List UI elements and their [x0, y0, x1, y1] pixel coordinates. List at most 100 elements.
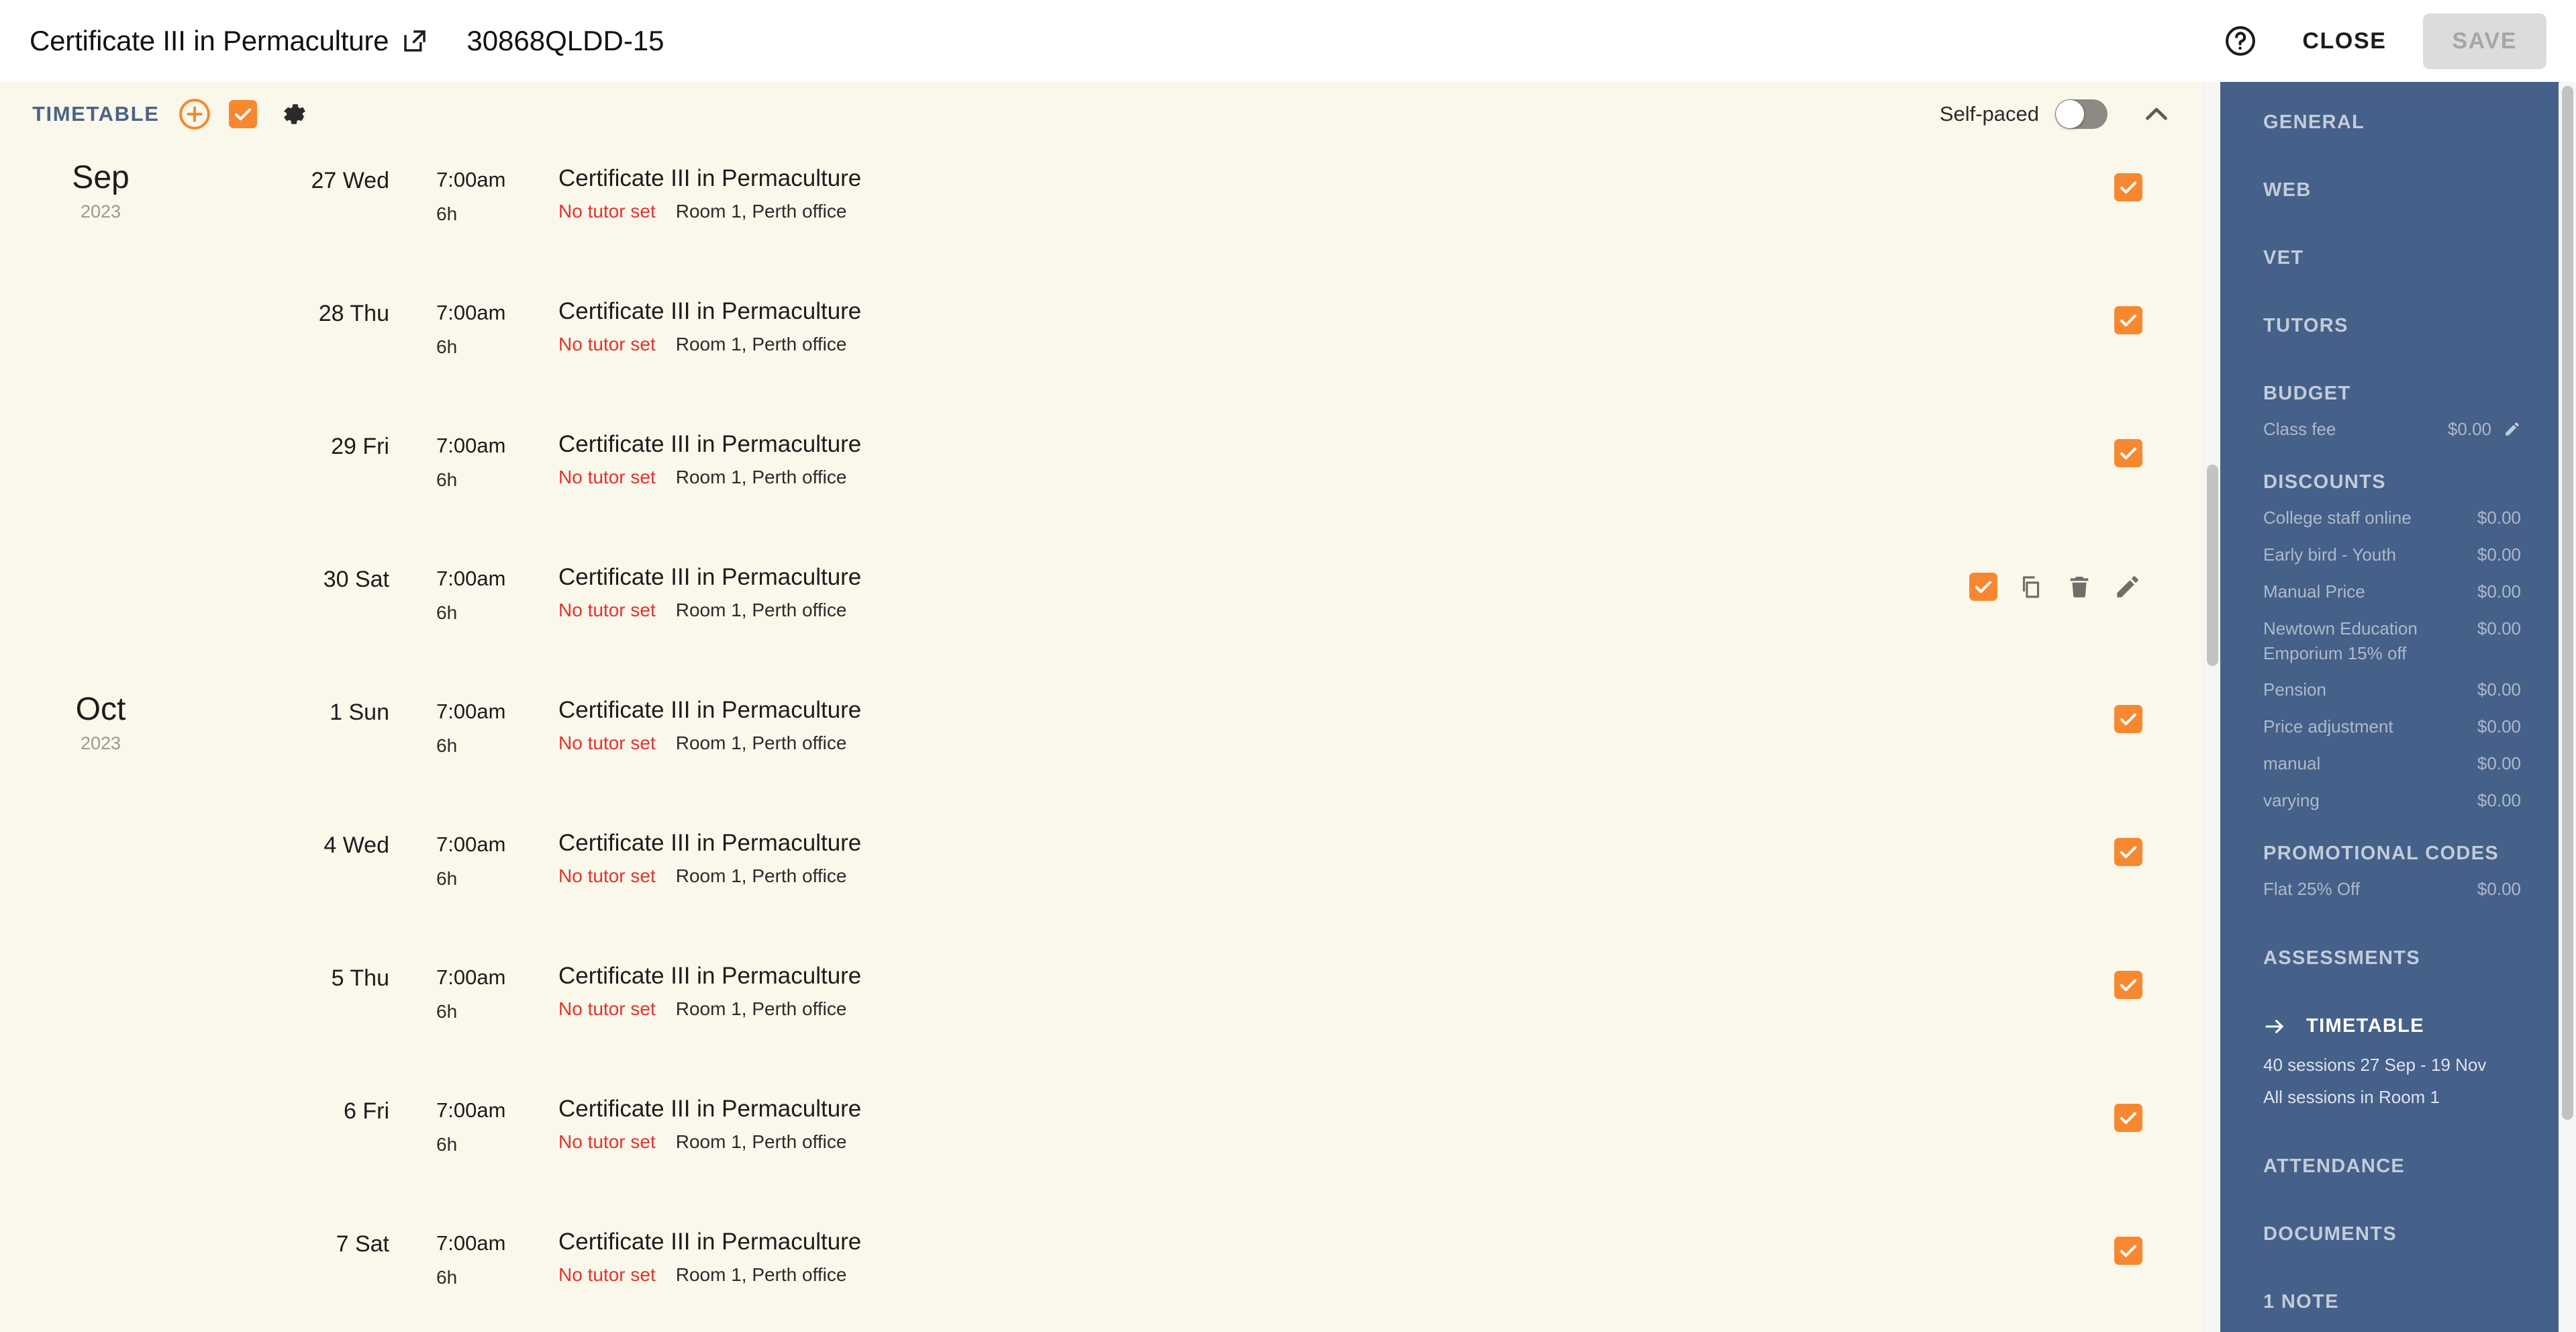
- sidebar-item-budget[interactable]: BUDGET: [2263, 383, 2521, 405]
- discount-row-value: $0.00: [2477, 507, 2521, 528]
- session-duration: 6h: [436, 1267, 458, 1288]
- discount-row-value: $0.00: [2477, 618, 2521, 638]
- discount-row-label: manual: [2263, 753, 2321, 774]
- session-start-time: 7:00am: [436, 1098, 506, 1122]
- discount-row[interactable]: Price adjustment $0.00: [2263, 714, 2521, 739]
- discount-row[interactable]: Manual Price $0.00: [2263, 579, 2521, 604]
- sidebar-item-notes[interactable]: 1 NOTE: [2263, 1291, 2521, 1313]
- session-tutor-status: No tutor set: [558, 600, 656, 621]
- session-room: Room 1, Perth office: [675, 201, 847, 222]
- discount-row[interactable]: Pension $0.00: [2263, 677, 2521, 702]
- session-checkbox[interactable]: [1969, 573, 1997, 601]
- session-duration: 6h: [436, 336, 458, 357]
- save-button[interactable]: SAVE: [2422, 13, 2546, 69]
- session-start-time: 7:00am: [436, 301, 506, 324]
- session-room: Room 1, Perth office: [675, 334, 847, 355]
- session-date: 6 Fri: [344, 1098, 389, 1124]
- session-date: 27 Wed: [311, 168, 389, 193]
- session-date: 30 Sat: [323, 567, 389, 592]
- sidebar-item-vet[interactable]: VET: [2263, 247, 2521, 269]
- timetable-scroll-area: TIMETABLE Self-paced Sep 2023 27 Wed 7:0…: [0, 82, 2203, 1332]
- discount-row-value: $0.00: [2477, 581, 2521, 602]
- session-title: Certificate III in Permaculture: [558, 830, 862, 856]
- copy-icon[interactable]: [2016, 572, 2046, 602]
- session-subinfo: No tutor set Room 1, Perth office: [558, 1264, 2203, 1286]
- session-detail: Certificate III in Permaculture No tutor …: [510, 416, 2203, 488]
- discount-row[interactable]: varying $0.00: [2263, 788, 2521, 813]
- session-tutor-status: No tutor set: [558, 998, 656, 1020]
- promo-row-label: Flat 25% Off: [2263, 879, 2361, 900]
- timetable-scrollbar-thumb[interactable]: [2207, 465, 2218, 666]
- session-time-group: 7:00am 6h: [389, 1081, 510, 1154]
- session-row[interactable]: 29 Fri 7:00am 6h Certificate III in Permacu…: [0, 416, 2203, 549]
- sidebar-item-tutors[interactable]: TUTORS: [2263, 315, 2521, 337]
- promo-row[interactable]: Flat 25% Off $0.00: [2263, 877, 2521, 902]
- course-sidebar: GENERAL WEB VET TUTORS BUDGET Class fee …: [2220, 82, 2576, 1332]
- session-month-group: [0, 416, 201, 427]
- session-time-group: 7:00am 6h: [389, 283, 510, 356]
- external-link-icon[interactable]: [401, 27, 429, 55]
- timetable-scrollbar[interactable]: [2203, 82, 2220, 1332]
- timetable-heading[interactable]: TIMETABLE: [32, 102, 159, 126]
- session-checkbox[interactable]: [2114, 173, 2142, 201]
- session-checkbox[interactable]: [2114, 705, 2142, 733]
- window-header: Certificate III in Permaculture 30868QLD…: [0, 0, 2576, 82]
- self-paced-toggle[interactable]: [2055, 99, 2108, 129]
- session-title: Certificate III in Permaculture: [558, 697, 862, 723]
- session-checkbox[interactable]: [2114, 971, 2142, 999]
- session-row[interactable]: 28 Thu 7:00am 6h Certificate III in Permacu…: [0, 283, 2203, 416]
- session-date: 4 Wed: [324, 832, 389, 858]
- session-checkbox[interactable]: [2114, 1237, 2142, 1265]
- session-row[interactable]: 5 Thu 7:00am 6h Certificate III in Permacul…: [0, 948, 2203, 1081]
- sidebar-item-general[interactable]: GENERAL: [2263, 111, 2521, 134]
- sidebar-item-attendance[interactable]: ATTENDANCE: [2263, 1155, 2521, 1178]
- session-row[interactable]: 7 Sat 7:00am 6h Certificate III in Permacul…: [0, 1214, 2203, 1332]
- discount-row[interactable]: Newtown Education Emporium 15% off $0.00: [2263, 616, 2521, 666]
- discount-row[interactable]: manual $0.00: [2263, 751, 2521, 776]
- session-checkbox[interactable]: [2114, 1104, 2142, 1132]
- session-row[interactable]: 6 Fri 7:00am 6h Certificate III in Permacul…: [0, 1081, 2203, 1214]
- sidebar-scrollbar[interactable]: [2559, 82, 2576, 1332]
- arrow-right-icon: [2263, 1015, 2286, 1038]
- session-title: Certificate III in Permaculture: [558, 165, 862, 191]
- sidebar-item-web[interactable]: WEB: [2263, 179, 2521, 201]
- sidebar-item-promotional-codes[interactable]: PROMOTIONAL CODES: [2263, 843, 2521, 865]
- session-checkbox[interactable]: [2114, 439, 2142, 467]
- class-fee-row[interactable]: Class fee $0.00: [2263, 417, 2521, 442]
- sidebar-scrollbar-thumb[interactable]: [2562, 86, 2573, 1120]
- session-row[interactable]: Oct 2023 1 Sun 7:00am 6h Certificate III in P…: [0, 682, 2203, 815]
- pencil-icon[interactable]: [2113, 572, 2142, 602]
- session-title: Certificate III in Permaculture: [558, 1229, 862, 1255]
- session-date: 5 Thu: [331, 965, 389, 991]
- gear-icon[interactable]: [277, 98, 309, 130]
- close-button[interactable]: CLOSE: [2290, 19, 2398, 64]
- session-checkbox[interactable]: [2114, 838, 2142, 866]
- discount-row[interactable]: College staff online $0.00: [2263, 506, 2521, 530]
- session-row[interactable]: Sep 2023 27 Wed 7:00am 6h Certificate III in …: [0, 150, 2203, 283]
- sidebar-item-documents[interactable]: DOCUMENTS: [2263, 1223, 2521, 1245]
- session-row-actions: [2114, 1104, 2142, 1132]
- trash-icon[interactable]: [2065, 572, 2094, 602]
- chevron-up-icon[interactable]: [2138, 96, 2175, 132]
- session-year: 2023: [80, 732, 121, 753]
- select-all-checkbox[interactable]: [229, 100, 258, 128]
- session-detail: Certificate III in Permaculture No tutor …: [510, 815, 2203, 887]
- session-checkbox[interactable]: [2114, 306, 2142, 334]
- sidebar-item-timetable[interactable]: TIMETABLE: [2263, 1015, 2521, 1038]
- sidebar-item-discounts[interactable]: DISCOUNTS: [2263, 471, 2521, 493]
- session-tutor-status: No tutor set: [558, 732, 656, 754]
- plus-circle-icon[interactable]: [178, 97, 211, 131]
- session-row[interactable]: 4 Wed 7:00am 6h Certificate III in Permacul…: [0, 815, 2203, 948]
- help-circle-icon[interactable]: [2222, 22, 2259, 60]
- session-row-actions: [2114, 705, 2142, 733]
- sidebar-item-assessments[interactable]: ASSESSMENTS: [2263, 947, 2521, 969]
- session-time-group: 7:00am 6h: [389, 150, 510, 224]
- session-row-actions: [2114, 971, 2142, 999]
- discount-row[interactable]: Early bird - Youth $0.00: [2263, 542, 2521, 567]
- session-row[interactable]: 30 Sat 7:00am 6h Certificate III in Permacu…: [0, 549, 2203, 682]
- session-start-time: 7:00am: [436, 434, 506, 457]
- pencil-icon[interactable]: [2504, 420, 2521, 438]
